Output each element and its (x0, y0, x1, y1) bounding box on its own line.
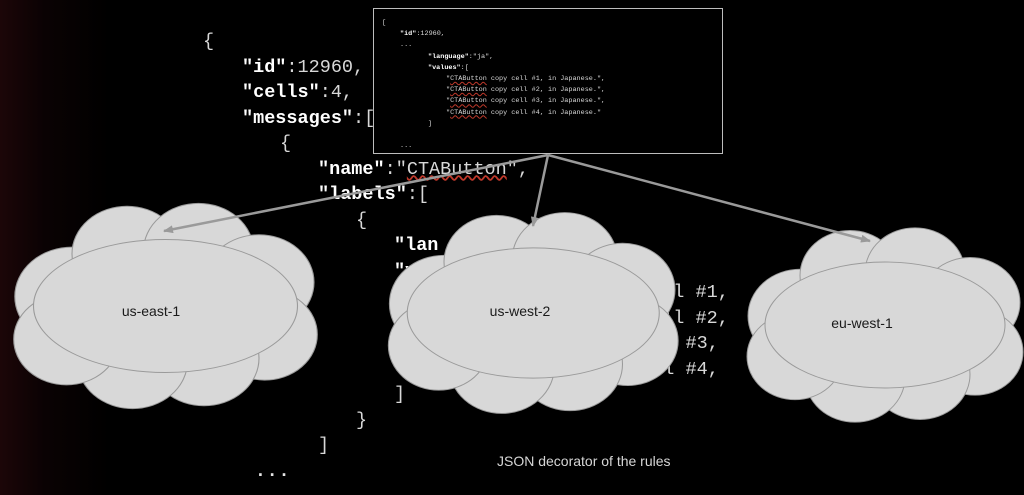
popup-value-values: :[ (460, 63, 469, 72)
popup-value-line-4-word: CTAButton (450, 108, 487, 117)
popup-dots-2: ... (400, 142, 413, 151)
popup-open-bracket: [ (382, 19, 387, 27)
region-label-us-west-2: us-west-2 (490, 303, 551, 319)
popup-value-line-1-post: copy cell #1, in Japanese.", (486, 75, 606, 84)
popup-value-line-3-post: copy cell #3, in Japanese.", (486, 97, 606, 106)
popup-value-line-3-word: CTAButton (450, 97, 487, 106)
popup-key-language: "language" (428, 52, 469, 61)
region-label-eu-west-1: eu-west-1 (831, 315, 893, 331)
popup-value-line-1-word: CTAButton (450, 75, 487, 84)
popup-values-close: ] (428, 119, 433, 128)
translated-json-popup: [ "id":12960, ... "language":"ja", "valu… (373, 8, 723, 154)
popup-value-line-2-post: copy cell #2, in Japanese.", (486, 86, 606, 95)
popup-dots-1: ... (400, 41, 413, 50)
popup-value-line-2-word: CTAButton (450, 86, 487, 95)
popup-code: [ "id":12960, ... "language":"ja", "valu… (382, 18, 605, 152)
popup-value-line-4-post: copy cell #4, in Japanese." (486, 108, 602, 117)
popup-key-values: "values" (428, 63, 461, 72)
popup-value-id: :12960, (416, 30, 445, 39)
region-label-us-east-1: us-east-1 (122, 303, 181, 319)
popup-value-language: :"ja", (468, 52, 494, 61)
popup-key-id: "id" (400, 30, 417, 39)
diagram-caption: JSON decorator of the rules (497, 453, 671, 469)
